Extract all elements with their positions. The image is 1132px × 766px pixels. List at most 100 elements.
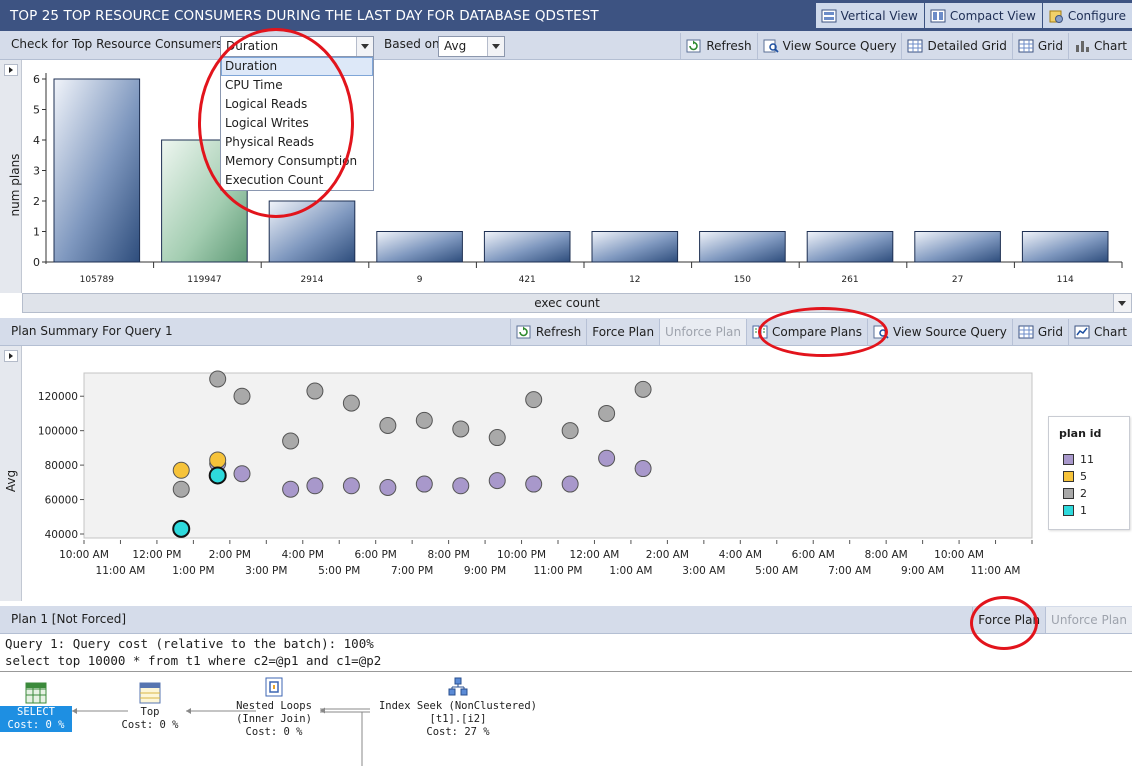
x-tick-label-upper: 4:00 AM xyxy=(719,549,762,561)
bar-12 xyxy=(591,231,679,263)
compact-view-icon xyxy=(930,9,946,23)
summary-force-plan-button[interactable]: Force Plan xyxy=(586,319,659,345)
select-operator-icon xyxy=(25,682,47,704)
legend-item[interactable]: 2 xyxy=(1063,486,1087,500)
x-tick-label: 27 xyxy=(952,275,963,285)
x-tick-label-upper: 6:00 PM xyxy=(355,549,397,561)
top-operator-icon xyxy=(139,682,161,704)
view-source-icon xyxy=(873,325,889,339)
top-consumers-panel: num plans 0 1 2 3 4 5 6 105789 119947 2914 9 421 12 1… xyxy=(0,60,1132,318)
unforce-plan-button[interactable]: Unforce Plan xyxy=(1045,607,1132,633)
x-tick-label-upper: 10:00 AM xyxy=(934,549,984,561)
metric-option-memory-consumption[interactable]: Memory Consumption xyxy=(221,152,373,171)
vertical-view-button[interactable]: Vertical View xyxy=(814,3,924,28)
plan-bar: Plan 1 [Not Forced] Force Plan Unforce P… xyxy=(0,606,1132,634)
bar-261 xyxy=(806,231,894,263)
force-plan-button[interactable]: Force Plan xyxy=(972,607,1045,633)
point-plan-2 xyxy=(209,370,227,388)
point-plan-2 xyxy=(342,394,360,412)
point-plan-5 xyxy=(172,461,190,479)
compare-plans-icon xyxy=(752,325,768,339)
refresh-button[interactable]: Refresh xyxy=(680,33,756,59)
y-tick-label: 2 xyxy=(33,195,40,208)
legend-swatch xyxy=(1063,504,1074,516)
x-tick-label-lower: 11:00 PM xyxy=(534,565,583,577)
chevron-down-icon[interactable] xyxy=(487,37,504,56)
summary-grid-button[interactable]: Grid xyxy=(1011,319,1068,345)
vertical-view-label: Vertical View xyxy=(840,8,918,23)
legend-item[interactable]: 1 xyxy=(1063,503,1087,517)
x-tick-label: 12 xyxy=(629,275,640,285)
point-plan-11 xyxy=(598,449,616,467)
metric-option-execution-count[interactable]: Execution Count xyxy=(221,171,373,190)
point-plan-2 xyxy=(233,387,251,405)
plan-node-index-seek[interactable]: Index Seek (NonClustered) [t1].[i2] Cost… xyxy=(372,676,544,739)
x-tick-label-lower: 11:00 AM xyxy=(96,565,146,577)
summary-force-plan-label: Force Plan xyxy=(592,325,655,339)
point-plan-2 xyxy=(561,422,579,440)
view-source-query-button[interactable]: View Source Query xyxy=(756,33,902,59)
summary-view-source-query-button[interactable]: View Source Query xyxy=(867,319,1012,345)
compare-plans-label: Compare Plans xyxy=(772,325,863,339)
x-tick-label-lower: 5:00 PM xyxy=(318,565,360,577)
legend-item[interactable]: 5 xyxy=(1063,469,1087,483)
x-tick-label-lower: 9:00 PM xyxy=(464,565,506,577)
chevron-down-icon[interactable] xyxy=(356,37,373,56)
exec-count-axis-select[interactable]: exec count xyxy=(22,293,1132,313)
based-on-select[interactable]: Avg xyxy=(438,36,505,57)
point-plan-11 xyxy=(233,465,251,483)
metric-dropdown-list[interactable]: Duration CPU Time Logical Reads Logical … xyxy=(220,56,374,191)
check-label: Check for Top Resource Consumers in xyxy=(11,37,238,51)
expand-arrow-icon[interactable] xyxy=(4,64,18,76)
point-plan-11 xyxy=(452,477,470,495)
compare-plans-button[interactable]: Compare Plans xyxy=(746,319,867,345)
refresh-icon xyxy=(686,39,702,53)
metric-option-physical-reads[interactable]: Physical Reads xyxy=(221,133,373,152)
configure-label: Configure xyxy=(1067,8,1126,23)
query-sql-line: select top 10000 * from t1 where c2=@p1 … xyxy=(5,653,382,668)
metric-option-cpu-time[interactable]: CPU Time xyxy=(221,76,373,95)
plan-summary-panel: Avg 40000 60000 80000 100000 120000 10:00 AM 1… xyxy=(0,346,1132,606)
x-tick-label-lower: 3:00 PM xyxy=(245,565,287,577)
filter-bar: Check for Top Resource Consumers in Dura… xyxy=(0,31,1132,60)
bar-2914 xyxy=(268,200,356,263)
query-text-area[interactable]: Query 1: Query cost (relative to the bat… xyxy=(0,634,1132,672)
top-cost: Cost: 0 % xyxy=(121,719,179,731)
summary-refresh-button[interactable]: Refresh xyxy=(509,319,586,345)
metric-select[interactable]: Duration xyxy=(220,36,374,57)
legend-title: plan id xyxy=(1059,427,1102,440)
bar-105789 xyxy=(53,78,141,263)
chart-button[interactable]: Chart xyxy=(1068,33,1132,59)
legend-item[interactable]: 11 xyxy=(1063,452,1094,466)
plan-node-top[interactable]: Top Cost: 0 % xyxy=(114,682,186,732)
point-plan-1 xyxy=(172,519,191,538)
legend-label: 11 xyxy=(1080,452,1094,466)
point-plan-5 xyxy=(209,451,227,469)
plan-node-select[interactable]: SELECT Cost: 0 % xyxy=(0,682,72,732)
x-tick-label: 2914 xyxy=(301,275,324,285)
summary-chart-label: Chart xyxy=(1094,325,1127,339)
configure-button[interactable]: Configure xyxy=(1041,3,1132,28)
summary-unforce-plan-button[interactable]: Unforce Plan xyxy=(659,319,746,345)
grid-button[interactable]: Grid xyxy=(1011,33,1068,59)
y-tick-label: 100000 xyxy=(38,426,78,438)
chevron-down-icon[interactable] xyxy=(1113,294,1131,312)
summary-refresh-label: Refresh xyxy=(535,325,582,339)
y-tick-label: 4 xyxy=(33,134,40,147)
expand-arrow-icon[interactable] xyxy=(4,350,18,362)
point-plan-11 xyxy=(561,475,579,493)
detailed-grid-button[interactable]: Detailed Grid xyxy=(901,33,1011,59)
based-on-value: Avg xyxy=(444,39,467,53)
index-seek-icon xyxy=(447,676,469,698)
x-tick-label-lower: 7:00 AM xyxy=(828,565,871,577)
index-seek-label: Index Seek (NonClustered) xyxy=(378,700,538,712)
point-plan-2 xyxy=(282,432,300,450)
plan-summary-title: Plan Summary For Query 1 xyxy=(11,324,173,338)
plan-node-nested-loops[interactable]: Nested Loops (Inner Join) Cost: 0 % xyxy=(226,676,322,739)
compact-view-button[interactable]: Compact View xyxy=(923,3,1042,28)
metric-option-duration[interactable]: Duration xyxy=(221,57,373,76)
summary-chart-button[interactable]: Chart xyxy=(1068,319,1132,345)
metric-option-logical-reads[interactable]: Logical Reads xyxy=(221,95,373,114)
metric-option-logical-writes[interactable]: Logical Writes xyxy=(221,114,373,133)
line-chart-icon xyxy=(1074,325,1090,339)
